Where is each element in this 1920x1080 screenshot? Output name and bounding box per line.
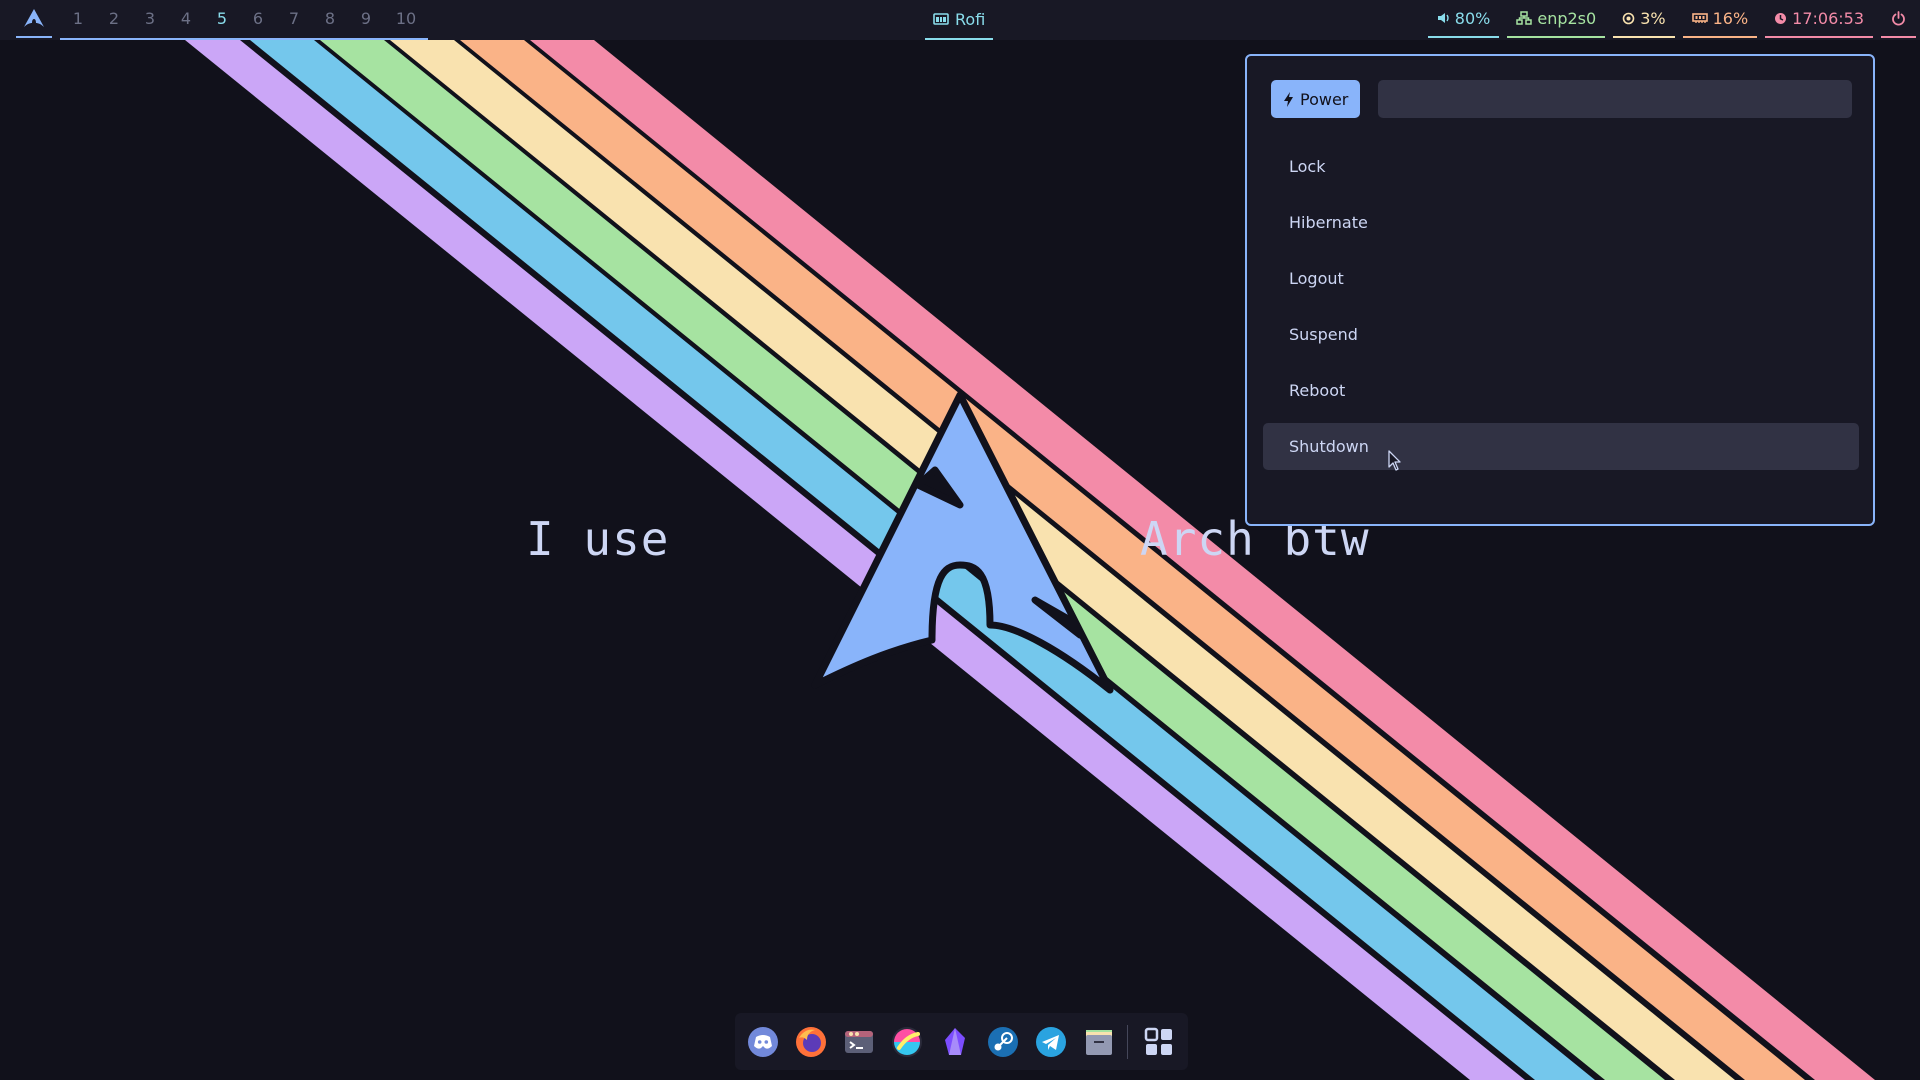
terminal-icon[interactable] — [843, 1026, 875, 1058]
rofi-power-menu: Power Lock Hibernate Logout Suspend Rebo… — [1245, 54, 1875, 526]
power-button[interactable] — [1881, 0, 1916, 38]
volume-icon — [1437, 13, 1449, 23]
active-window-title: Rofi — [925, 0, 994, 40]
volume-module[interactable]: 80% — [1427, 0, 1500, 38]
krita-icon[interactable] — [891, 1026, 923, 1058]
workspace-6[interactable]: 6 — [240, 0, 276, 38]
power-options-list: Lock Hibernate Logout Suspend Reboot Shu… — [1263, 143, 1859, 479]
workspace-switcher: 1 2 3 4 5 6 7 8 9 10 — [60, 0, 428, 40]
mouse-cursor-icon — [1388, 450, 1401, 471]
workspace-4[interactable]: 4 — [168, 0, 204, 38]
workspace-9[interactable]: 9 — [348, 0, 384, 38]
power-option-hibernate[interactable]: Hibernate — [1263, 199, 1859, 246]
desktop: I use Arch btw 1 2 3 4 5 6 7 8 9 10 Rofi… — [0, 0, 1920, 1080]
workspace-10[interactable]: 10 — [384, 0, 428, 38]
telegram-icon[interactable] — [1035, 1026, 1067, 1058]
lightning-icon — [1284, 91, 1293, 107]
power-option-reboot[interactable]: Reboot — [1263, 367, 1859, 414]
dock-divider — [1127, 1025, 1128, 1059]
arch-logo-icon[interactable] — [16, 0, 52, 38]
wallpaper-text-left: I use — [526, 512, 670, 566]
memory-module[interactable]: 16% — [1682, 0, 1758, 38]
power-option-logout[interactable]: Logout — [1263, 255, 1859, 302]
workspace-7[interactable]: 7 — [276, 0, 312, 38]
network-interface: enp2s0 — [1537, 8, 1597, 28]
workspace-8[interactable]: 8 — [312, 0, 348, 38]
discord-icon[interactable] — [747, 1026, 779, 1058]
network-module[interactable]: enp2s0 — [1507, 0, 1606, 38]
clock-module[interactable]: 17:06:53 — [1765, 0, 1873, 38]
workspace-3[interactable]: 3 — [132, 0, 168, 38]
active-window-title-text: Rofi — [955, 9, 986, 29]
workspace-1[interactable]: 1 — [60, 0, 96, 38]
rofi-search-input[interactable] — [1378, 80, 1852, 118]
status-modules: 80% enp2s0 3% 16% 17:06:53 — [1420, 0, 1920, 40]
app-grid-icon[interactable] — [1143, 1026, 1175, 1058]
top-bar: 1 2 3 4 5 6 7 8 9 10 Rofi 80% enp2s0 3% … — [0, 0, 1920, 40]
clock-icon — [1775, 12, 1787, 24]
cpu-usage: 3% — [1640, 8, 1666, 28]
workspace-2[interactable]: 2 — [96, 0, 132, 38]
memory-usage: 16% — [1712, 8, 1749, 28]
memory-icon — [1691, 13, 1708, 23]
cpu-module[interactable]: 3% — [1613, 0, 1675, 38]
cpu-icon — [1622, 12, 1635, 24]
power-prompt[interactable]: Power — [1271, 80, 1361, 118]
dock — [735, 1013, 1188, 1070]
workspace-5[interactable]: 5 — [204, 0, 240, 38]
power-option-shutdown[interactable]: Shutdown — [1263, 423, 1859, 470]
volume-value: 80% — [1454, 8, 1491, 28]
power-icon — [1892, 10, 1905, 25]
power-prompt-label: Power — [1300, 89, 1349, 109]
file-manager-icon[interactable] — [1083, 1026, 1115, 1058]
steam-icon[interactable] — [987, 1026, 1019, 1058]
power-option-suspend[interactable]: Suspend — [1263, 311, 1859, 358]
firefox-icon[interactable] — [795, 1026, 827, 1058]
arch-logo-glyph — [24, 9, 44, 27]
obsidian-icon[interactable] — [939, 1026, 971, 1058]
rofi-app-icon — [933, 13, 949, 25]
clock-time: 17:06:53 — [1792, 8, 1864, 28]
power-option-lock[interactable]: Lock — [1263, 143, 1859, 190]
network-icon — [1516, 11, 1533, 25]
